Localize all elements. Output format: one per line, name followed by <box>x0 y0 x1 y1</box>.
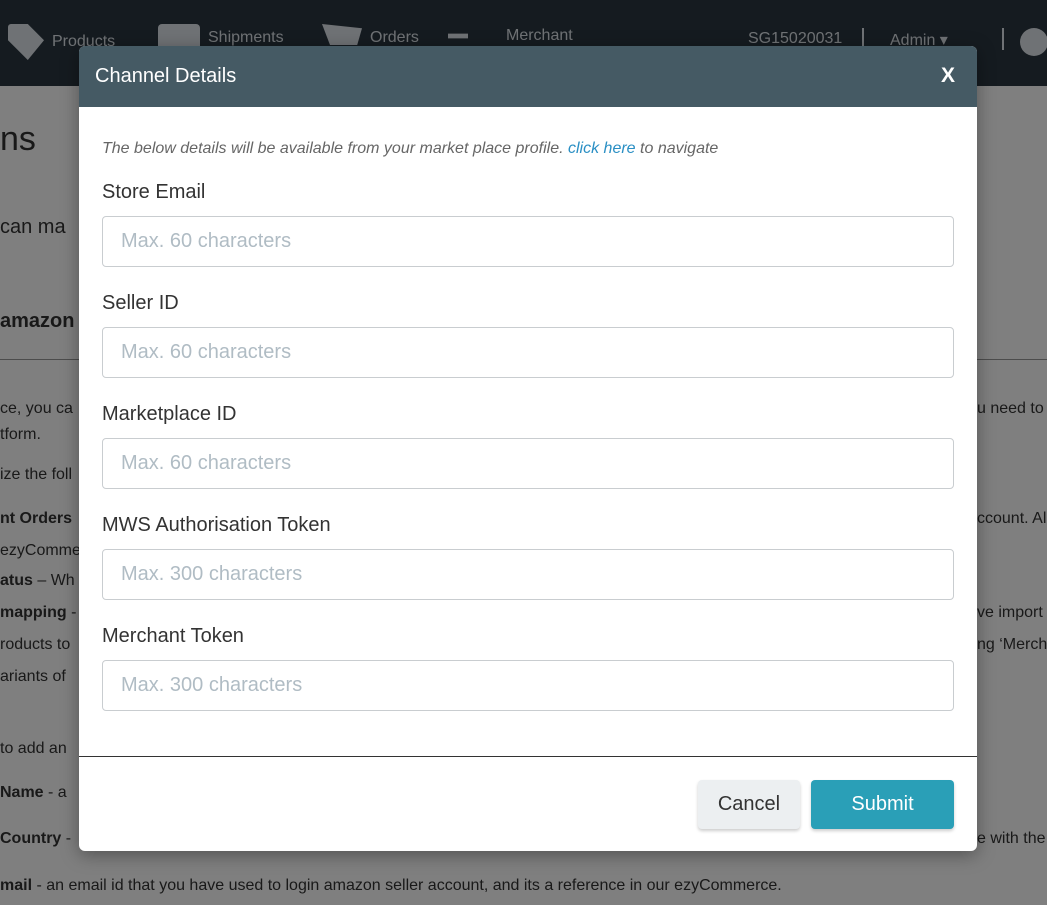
intro-text-main: The below details will be available from… <box>102 140 564 157</box>
modal-footer: Cancel Submit <box>79 756 977 851</box>
seller-id-field[interactable] <box>102 327 954 378</box>
store-email-label: Store Email <box>102 181 206 203</box>
submit-button[interactable]: Submit <box>811 780 954 829</box>
seller-id-label: Seller ID <box>102 292 179 314</box>
modal-header: Channel Details X <box>79 46 977 107</box>
close-icon[interactable]: X <box>941 64 955 88</box>
click-here-link[interactable]: click here <box>568 140 636 157</box>
mws-token-field[interactable] <box>102 549 954 600</box>
merchant-token-label: Merchant Token <box>102 625 244 647</box>
channel-details-modal: Channel Details X The below details will… <box>79 46 977 851</box>
intro-text-suffix: to navigate <box>640 140 719 157</box>
marketplace-id-label: Marketplace ID <box>102 403 237 425</box>
merchant-token-field[interactable] <box>102 660 954 711</box>
intro-text: The below details will be available from… <box>102 140 718 158</box>
store-email-field[interactable] <box>102 216 954 267</box>
cancel-button[interactable]: Cancel <box>698 780 800 829</box>
modal-title: Channel Details <box>95 65 237 87</box>
mws-token-label: MWS Authorisation Token <box>102 514 331 536</box>
marketplace-id-field[interactable] <box>102 438 954 489</box>
